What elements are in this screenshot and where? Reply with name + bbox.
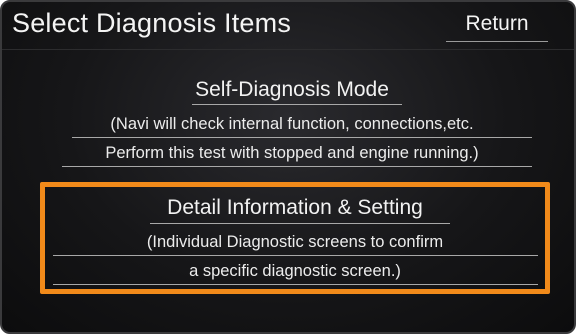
option-label-underline: [150, 223, 450, 224]
option-description-line-2: Perform this test with stopped and engin…: [105, 144, 479, 162]
return-button[interactable]: Return: [442, 8, 552, 42]
option-label: Detail Information & Setting: [167, 196, 423, 219]
diagnosis-screen: Select Diagnosis Items Return Self-Diagn…: [0, 0, 576, 334]
return-button-label: Return: [465, 12, 529, 35]
detail-information-setting-option[interactable]: Detail Information & Setting (Individual…: [40, 182, 550, 294]
option-description-underline-1: [72, 137, 532, 138]
option-description-underline-2: [53, 284, 538, 285]
option-description-underline-1: [53, 255, 538, 256]
option-description-line-1: (Navi will check internal function, conn…: [110, 115, 474, 133]
page-title: Select Diagnosis Items: [12, 8, 292, 38]
header-divider: [2, 49, 574, 50]
option-label-underline: [192, 104, 402, 105]
option-label: Self-Diagnosis Mode: [195, 78, 389, 101]
option-description-line-1: (Individual Diagnostic screens to confir…: [146, 233, 444, 251]
option-description-underline-2: [62, 166, 532, 167]
return-button-underline: [446, 41, 548, 42]
self-diagnosis-mode-option[interactable]: Self-Diagnosis Mode (Navi will check int…: [42, 72, 542, 172]
option-description-line-2: a specific diagnostic screen.): [189, 262, 401, 280]
